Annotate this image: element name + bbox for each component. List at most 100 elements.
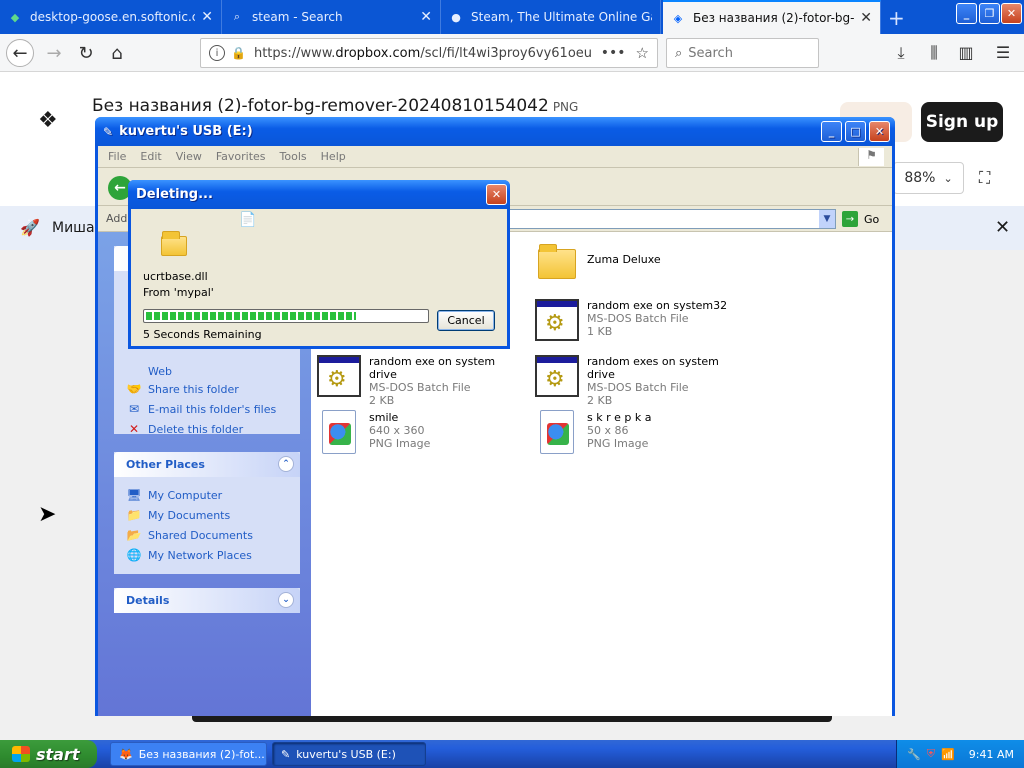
close-icon[interactable]: ✕ — [486, 184, 507, 205]
network-icon: 🌐 — [126, 548, 142, 562]
forward-button[interactable]: → — [40, 39, 68, 67]
signup-button[interactable]: Sign up — [921, 102, 1003, 142]
file-item-zuma-deluxe[interactable]: Zuma Deluxe — [533, 240, 743, 290]
menu-file[interactable]: File — [108, 150, 126, 163]
file-item-random-exe-system-drive[interactable]: ⚙ random exe on system drive MS-DOS Batc… — [315, 352, 525, 407]
flying-document-icon: 📄 — [239, 212, 257, 228]
file-item-random-exes-system-drive[interactable]: ⚙ random exes on system drive MS-DOS Bat… — [533, 352, 743, 407]
menu-favorites[interactable]: Favorites — [216, 150, 266, 163]
go-button[interactable]: → Go — [842, 211, 879, 227]
time-remaining: 5 Seconds Remaining — [143, 328, 262, 341]
deleting-file-name: ucrtbase.dll — [143, 270, 208, 283]
menu-tools[interactable]: Tools — [280, 150, 307, 163]
tab-dropbox[interactable]: ◈ Без названия (2)-fotor-bg-remo ✕ — [663, 0, 881, 34]
search-placeholder: Search — [688, 45, 733, 61]
tab-label: desktop-goose.en.softonic.com/ — [30, 10, 195, 24]
task-publish-web[interactable]: Web — [126, 363, 288, 379]
place-shared-documents[interactable]: 📂 Shared Documents — [126, 525, 288, 545]
sidebar-icon[interactable]: ▥ — [955, 43, 977, 62]
page-actions-icon[interactable]: ••• — [601, 45, 626, 61]
mouse-cursor-icon: ➤ — [38, 502, 57, 527]
task-delete-folder[interactable]: ✕ Delete this folder — [126, 419, 288, 439]
tray-network-icon[interactable]: 📶 — [941, 748, 955, 761]
task-label: E-mail this folder's files — [148, 402, 277, 416]
png-image-icon — [533, 408, 581, 456]
place-label: My Network Places — [148, 548, 252, 562]
new-tab-icon[interactable]: + — [888, 6, 905, 30]
place-my-documents[interactable]: 📁 My Documents — [126, 505, 288, 525]
dialog-title-bar[interactable]: Deleting... — [128, 180, 510, 209]
computer-icon: 🖥 — [126, 488, 142, 502]
file-type: MS-DOS Batch File — [587, 381, 689, 394]
usb-drive-icon: ✎ — [103, 124, 114, 139]
url-bar[interactable]: i 🔒 https://www.dropbox.com/scl/fi/lt4wi… — [200, 38, 658, 68]
panel-title: Details — [126, 594, 170, 607]
file-item-random-exe-system32[interactable]: ⚙ random exe on system32 MS-DOS Batch Fi… — [533, 296, 743, 346]
tab-softonic[interactable]: ◆ desktop-goose.en.softonic.com/ ✕ — [0, 0, 222, 34]
task-share-folder[interactable]: 🤝 Share this folder — [126, 379, 288, 399]
batch-file-icon: ⚙ — [315, 352, 363, 400]
task-email-files[interactable]: ✉ E-mail this folder's files — [126, 399, 288, 419]
taskbar-item-explorer[interactable]: ✎ kuvertu's USB (E:) — [272, 742, 426, 766]
start-button[interactable]: start — [0, 740, 97, 768]
file-type: PNG Image — [587, 437, 649, 450]
close-tab-icon[interactable]: ✕ — [420, 9, 432, 25]
dropbox-logo-icon[interactable]: ❖ — [38, 108, 58, 133]
clock: 9:41 AM — [968, 747, 1014, 761]
folder-icon — [161, 231, 187, 256]
zoom-dropdown[interactable]: 88% ⌄ — [893, 162, 964, 194]
panel-header[interactable]: Other Places ⌃ — [114, 452, 300, 477]
expand-icon[interactable]: ⌄ — [278, 592, 294, 608]
place-my-computer[interactable]: 🖥 My Computer — [126, 485, 288, 505]
maximize-icon[interactable]: □ — [845, 121, 866, 142]
search-input[interactable]: ⌕ Search — [666, 38, 819, 68]
download-icon[interactable]: ⤓ — [890, 43, 912, 63]
close-tab-icon[interactable]: ✕ — [201, 9, 213, 25]
minimize-icon[interactable]: _ — [956, 3, 977, 24]
home-button[interactable]: ⌂ — [103, 39, 131, 67]
place-label: My Computer — [148, 488, 223, 502]
close-window-icon[interactable]: ✕ — [869, 121, 890, 142]
deleting-source: From 'mypal' — [143, 286, 214, 299]
menu-help[interactable]: Help — [321, 150, 346, 163]
library-icon[interactable]: ⫼ — [923, 43, 945, 63]
tab-steam[interactable]: ● Steam, The Ultimate Online Game — [441, 0, 661, 34]
cancel-button[interactable]: Cancel — [437, 310, 495, 331]
task-label: Без названия (2)-fot... — [138, 747, 265, 761]
dialog-title: Deleting... — [136, 187, 213, 202]
tab-steam-search[interactable]: ⌕ steam - Search ✕ — [222, 0, 441, 34]
menu-icon[interactable]: ☰ — [992, 43, 1014, 62]
collapse-icon[interactable]: ⌃ — [278, 456, 294, 472]
documents-icon: 📁 — [126, 508, 142, 522]
close-window-icon[interactable]: ✕ — [1001, 3, 1022, 24]
menu-view[interactable]: View — [176, 150, 202, 163]
file-item-skrepka[interactable]: s k r e p k a 50 x 86 PNG Image — [533, 408, 743, 458]
chevron-down-icon[interactable]: ▼ — [819, 210, 835, 228]
email-icon: ✉ — [128, 402, 140, 416]
back-button[interactable]: ← — [6, 39, 34, 67]
security-alert-icon[interactable]: ⛨ — [927, 747, 935, 761]
close-icon[interactable]: ✕ — [995, 217, 1010, 238]
panel-header[interactable]: Details ⌄ — [114, 588, 300, 613]
tray-app-icon[interactable]: 🔧 — [907, 748, 921, 761]
file-name: random exes on system drive — [587, 355, 719, 381]
progress-fill — [146, 312, 356, 320]
reload-button[interactable]: ↻ — [72, 39, 100, 67]
tab-label: Steam, The Ultimate Online Game — [471, 10, 652, 24]
search-icon: ⌕ — [675, 45, 683, 61]
file-item-smile[interactable]: smile 640 x 360 PNG Image — [315, 408, 525, 458]
fullscreen-icon[interactable]: ⛶ — [979, 168, 990, 188]
deleting-dialog: Deleting... ✕ 📄 ucrtbase.dll From 'mypal… — [128, 180, 510, 349]
zoom-value: 88% — [904, 170, 936, 186]
menu-edit[interactable]: Edit — [140, 150, 161, 163]
place-network[interactable]: 🌐 My Network Places — [126, 545, 288, 565]
task-label: Share this folder — [148, 382, 239, 396]
minimize-icon[interactable]: _ — [821, 121, 842, 142]
taskbar-item-firefox[interactable]: 🦊 Без названия (2)-fot... — [110, 742, 267, 766]
explorer-title-bar[interactable]: ✎ kuvertu's USB (E:) _ □ ✕ — [95, 117, 895, 146]
close-tab-icon[interactable]: ✕ — [860, 10, 872, 26]
restore-icon[interactable]: ❐ — [979, 3, 1000, 24]
bookmark-star-icon[interactable]: ☆ — [636, 44, 649, 62]
delete-icon: ✕ — [128, 422, 140, 436]
info-icon[interactable]: i — [209, 45, 225, 61]
